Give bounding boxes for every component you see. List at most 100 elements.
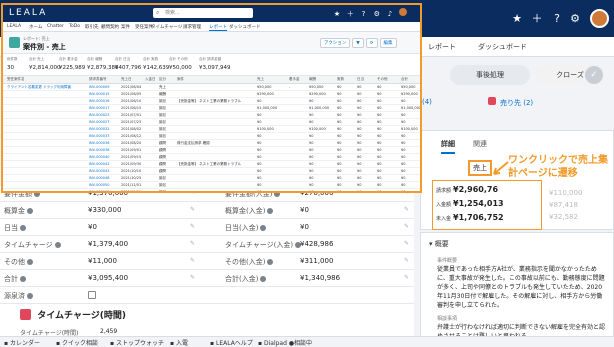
table-cell: 訴訟: [159, 176, 166, 180]
add-icon[interactable]: ＋: [346, 10, 354, 18]
table-cell[interactable]: INV-000017: [89, 106, 109, 110]
edit-icon[interactable]: ✎: [404, 240, 409, 247]
edit-icon[interactable]: ✎: [404, 257, 409, 264]
column-header[interactable]: その他: [377, 77, 388, 82]
footer-item[interactable]: ▪ カレンダー: [4, 338, 40, 347]
footer-item[interactable]: ▪ LEALAヘルプ: [210, 338, 253, 347]
action-button[interactable]: ▼: [352, 38, 364, 48]
column-header[interactable]: 日当: [357, 77, 364, 82]
gear-icon[interactable]: ⚙: [373, 10, 381, 18]
summary-label: 合計 実費: [143, 57, 159, 61]
footer-item[interactable]: ▪ ストップウォッチ: [110, 338, 164, 347]
column-header[interactable]: 着手金: [289, 77, 300, 82]
table-cell[interactable]: INV-000048: [89, 176, 109, 180]
table-cell[interactable]: INV-000038: [89, 148, 109, 152]
table-cell[interactable]: INV-000015: [89, 92, 109, 96]
footer-item[interactable]: ▪ Dialpad ●相談中: [258, 338, 312, 347]
nav-item[interactable]: Chatter: [47, 24, 64, 29]
table-cell[interactable]: クライアント名義変更 ドラッグ利用障害: [7, 85, 71, 90]
info-icon: [20, 225, 26, 231]
stage-contract[interactable]: 事後処理: [450, 65, 530, 85]
help-icon[interactable]: ?: [359, 10, 367, 18]
column-header[interactable]: 実費: [337, 77, 344, 82]
edit-icon[interactable]: ✎: [190, 240, 195, 247]
column-header[interactable]: 報酬: [309, 77, 316, 82]
action-button[interactable]: ⟳: [365, 38, 378, 48]
nav-item[interactable]: 顧問契約: [101, 24, 119, 30]
table-cell[interactable]: INV-000036: [89, 141, 109, 145]
nav-item[interactable]: 取引先: [85, 24, 99, 30]
table-cell: ¥0: [309, 113, 314, 117]
table-cell: 2021/07/01: [121, 113, 142, 117]
check-icon[interactable]: ✓: [585, 66, 603, 84]
sales-button[interactable]: 売上: [468, 160, 492, 176]
table-cell[interactable]: INV-000050: [89, 183, 109, 187]
nav-item[interactable]: ToDo: [69, 24, 80, 29]
edit-icon[interactable]: ✎: [190, 206, 195, 213]
table-cell[interactable]: INV-000023: [89, 113, 109, 117]
column-header[interactable]: 区分: [159, 77, 166, 82]
overview-header[interactable]: ▾ 概要: [429, 239, 449, 249]
column-header[interactable]: 案件: [177, 77, 184, 82]
edit-icon[interactable]: ✎: [404, 223, 409, 230]
app-logo[interactable]: LEALA: [9, 8, 47, 18]
column-header[interactable]: 入金日: [145, 77, 156, 82]
table-cell[interactable]: INV-000051: [89, 190, 109, 191]
table-cell: 2021/09/30: [121, 162, 142, 166]
column-header[interactable]: 受任案件名: [7, 77, 25, 82]
related-link-2[interactable]: 売り先 (2): [500, 98, 533, 108]
table-cell[interactable]: INV-000027: [89, 120, 109, 124]
avatar[interactable]: [399, 8, 408, 16]
favorites-icon[interactable]: ★: [510, 12, 524, 26]
table-cell[interactable]: INV-000040: [89, 155, 109, 159]
table-cell[interactable]: INV-000032: [89, 127, 109, 131]
related-link-1[interactable]: (4): [422, 98, 432, 106]
table-cell[interactable]: INV-000042: [89, 162, 109, 166]
edit-icon[interactable]: ✎: [190, 223, 195, 230]
tab-detail[interactable]: 詳細: [441, 139, 455, 154]
column-header[interactable]: 売上日: [121, 77, 132, 82]
edit-icon[interactable]: ✎: [404, 274, 409, 281]
footer-item[interactable]: ▪ クイック相談: [56, 338, 98, 347]
avatar[interactable]: [590, 9, 609, 28]
checkbox[interactable]: [88, 291, 96, 299]
edit-icon[interactable]: ✎: [190, 257, 195, 264]
table-cell[interactable]: INV-000043: [89, 169, 109, 173]
edit-icon[interactable]: ✎: [404, 206, 409, 213]
add-icon[interactable]: ＋: [530, 12, 544, 26]
table-row: INV-000017 2021/06/15 訴訟 ¥1,000,000 ¥1,000,0…: [3, 105, 420, 112]
tab-related[interactable]: 関連: [473, 139, 487, 149]
metric-value: ¥1,254,013: [453, 199, 504, 208]
bell-icon[interactable]: ♪: [386, 10, 394, 18]
footer-item[interactable]: ▪ 入電: [170, 338, 188, 347]
time-sub-value: 2,459: [100, 328, 118, 335]
nav-report-tab[interactable]: レポート: [428, 42, 456, 52]
column-header[interactable]: 合計: [401, 77, 408, 82]
action-button[interactable]: 編集: [379, 38, 397, 48]
table-cell: ¥0: [257, 155, 262, 159]
table-cell: ¥50,000: [309, 85, 324, 89]
nav-item[interactable]: 請求管理: [183, 24, 201, 30]
table-row: INV-000050 2021/11/01 訴訟 ¥0 ¥0 ¥0 ¥0 ¥0 ¥0: [3, 182, 420, 189]
column-header[interactable]: 売上: [257, 77, 264, 82]
action-button[interactable]: アクション: [320, 38, 351, 48]
gear-icon[interactable]: ⚙: [568, 12, 582, 26]
nav-item[interactable]: タイムチャージ: [151, 24, 182, 30]
nav-item[interactable]: ダッシュボード: [229, 24, 261, 30]
table-cell[interactable]: INV-000016: [89, 99, 109, 103]
help-icon[interactable]: ?: [550, 12, 564, 26]
nav-item[interactable]: LEALA: [7, 24, 21, 29]
search-input[interactable]: ⌕ 検索...: [153, 8, 253, 18]
nav-item[interactable]: 案件: [121, 24, 130, 30]
edit-icon[interactable]: ✎: [190, 274, 195, 281]
nav-dashboard-tab[interactable]: ダッシュボード: [478, 42, 527, 52]
nav-item[interactable]: レポート: [209, 24, 227, 31]
field-value: ¥0: [300, 206, 309, 214]
column-header[interactable]: 請求書番号: [89, 77, 107, 82]
favorites-icon[interactable]: ★: [333, 10, 341, 18]
table-cell: ¥290,000: [309, 92, 326, 96]
table-cell[interactable]: INV-000009: [89, 85, 109, 89]
nav-item[interactable]: ホーム: [29, 24, 42, 30]
detail-metrics: 請求額 ¥2,960,76 入金額 ¥1,254,013 未入金 ¥1,706,752: [432, 180, 542, 230]
table-cell[interactable]: INV-000033: [89, 134, 109, 138]
